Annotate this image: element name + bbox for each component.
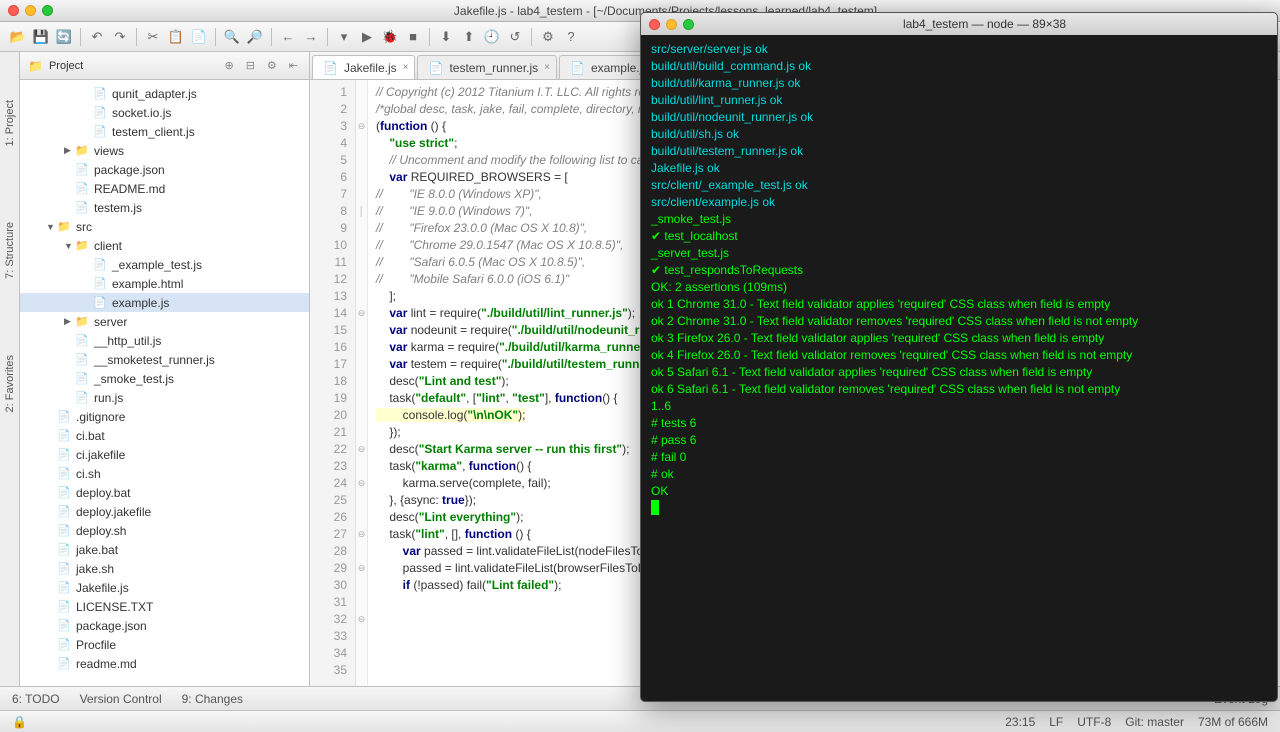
terminal-titlebar[interactable]: lab4_testem — node — 89×38 [641,13,1277,35]
terminal-window[interactable]: lab4_testem — node — 89×38 src/server/se… [640,12,1278,702]
minimize-icon[interactable] [666,19,677,30]
tree-item[interactable]: 📄run.js [20,388,309,407]
tree-item[interactable]: 📄ci.sh [20,464,309,483]
help-icon[interactable]: ? [561,27,581,47]
tree-item[interactable]: 📄__http_util.js [20,331,309,350]
todo-tab[interactable]: 6: TODO [12,692,60,706]
copy-icon[interactable]: 📋 [166,27,186,47]
sidebar-tab-structure[interactable]: 7: Structure [2,214,18,287]
sidebar-tab-favorites[interactable]: 2: Favorites [2,347,18,420]
tree-item[interactable]: 📄jake.sh [20,559,309,578]
tree-item[interactable]: 📄package.json [20,616,309,635]
find-icon[interactable]: 🔍 [222,27,242,47]
status-lock-icon[interactable]: 🔒 [12,715,27,729]
file-encoding[interactable]: UTF-8 [1077,715,1111,729]
cut-icon[interactable]: ✂ [143,27,163,47]
zoom-icon[interactable] [42,5,53,16]
editor-tab[interactable]: 📄testem_runner.js× [417,55,557,79]
tree-item[interactable]: ▶📁server [20,312,309,331]
hide-icon[interactable]: ⇤ [286,59,301,72]
close-tab-icon[interactable]: × [544,62,550,73]
vcs-history-icon[interactable]: 🕘 [482,27,502,47]
stop-icon[interactable]: ■ [403,27,423,47]
refresh-icon[interactable]: 🔄 [54,27,74,47]
undo-icon[interactable]: ↶ [87,27,107,47]
open-icon[interactable]: 📂 [8,27,28,47]
close-icon[interactable] [8,5,19,16]
editor-tab[interactable]: 📄Jakefile.js× [312,55,415,79]
fold-gutter[interactable]: ⊖│⊖⊖⊖⊖⊖⊖ [356,80,368,686]
tree-item[interactable]: 📄testem_client.js [20,122,309,141]
run-config-dropdown[interactable]: ▾ [334,27,354,47]
git-branch[interactable]: Git: master [1125,715,1184,729]
tree-item[interactable]: ▼📁client [20,236,309,255]
cursor-position: 23:15 [1005,715,1035,729]
vcs-commit-icon[interactable]: ⬆ [459,27,479,47]
terminal-title: lab4_testem — node — 89×38 [700,17,1269,31]
tree-item[interactable]: 📄_smoke_test.js [20,369,309,388]
tree-item[interactable]: 📄deploy.jakefile [20,502,309,521]
sidebar-tab-project[interactable]: 1: Project [2,92,18,154]
tree-item[interactable]: 📄readme.md [20,654,309,673]
project-panel: 📁 Project ⊕ ⊟ ⚙ ⇤ 📄qunit_adapter.js📄sock… [20,52,310,686]
tree-item[interactable]: 📄Jakefile.js [20,578,309,597]
replace-icon[interactable]: 🔎 [245,27,265,47]
folder-icon: 📁 [28,59,43,73]
tree-item[interactable]: 📄__smoketest_runner.js [20,350,309,369]
tree-item[interactable]: 📄package.json [20,160,309,179]
project-tree[interactable]: 📄qunit_adapter.js📄socket.io.js📄testem_cl… [20,80,309,686]
sidebar-tool-tabs: 1: Project 7: Structure 2: Favorites [0,52,20,686]
tree-item[interactable]: 📄LICENSE.TXT [20,597,309,616]
version-control-tab[interactable]: Version Control [80,692,162,706]
tree-item[interactable]: 📄README.md [20,179,309,198]
line-separator[interactable]: LF [1049,715,1063,729]
save-icon[interactable]: 💾 [31,27,51,47]
tree-item[interactable]: 📄qunit_adapter.js [20,84,309,103]
changes-tab[interactable]: 9: Changes [182,692,243,706]
collapse-all-icon[interactable]: ⊟ [243,59,258,72]
forward-icon[interactable]: → [301,27,321,47]
terminal-output[interactable]: src/server/server.js okbuild/util/build_… [641,35,1277,701]
vcs-revert-icon[interactable]: ↺ [505,27,525,47]
tree-item[interactable]: 📄_example_test.js [20,255,309,274]
project-header-title: Project [49,60,216,72]
tree-item[interactable]: 📄ci.bat [20,426,309,445]
tree-item[interactable]: 📄ci.jakefile [20,445,309,464]
run-icon[interactable]: ▶ [357,27,377,47]
tree-item[interactable]: 📄Procfile [20,635,309,654]
redo-icon[interactable]: ↷ [110,27,130,47]
tree-item[interactable]: 📄deploy.sh [20,521,309,540]
tree-item[interactable]: 📄.gitignore [20,407,309,426]
back-icon[interactable]: ← [278,27,298,47]
tree-item[interactable]: ▶📁views [20,141,309,160]
project-header: 📁 Project ⊕ ⊟ ⚙ ⇤ [20,52,309,80]
tree-item[interactable]: 📄testem.js [20,198,309,217]
debug-icon[interactable]: 🐞 [380,27,400,47]
settings-icon[interactable]: ⚙ [538,27,558,47]
line-gutter: 1234567891011121314151617181920212223242… [310,80,356,686]
paste-icon[interactable]: 📄 [189,27,209,47]
memory-indicator[interactable]: 73M of 666M [1198,715,1268,729]
scroll-from-source-icon[interactable]: ⊕ [221,59,236,72]
vcs-update-icon[interactable]: ⬇ [436,27,456,47]
tree-item[interactable]: 📄deploy.bat [20,483,309,502]
tree-item[interactable]: 📄jake.bat [20,540,309,559]
tree-item[interactable]: ▼📁src [20,217,309,236]
gear-icon[interactable]: ⚙ [264,59,280,72]
minimize-icon[interactable] [25,5,36,16]
tree-item[interactable]: 📄socket.io.js [20,103,309,122]
close-tab-icon[interactable]: × [403,62,409,73]
tree-item[interactable]: 📄example.html [20,274,309,293]
status-bar: 🔒 23:15 LF UTF-8 Git: master 73M of 666M [0,710,1280,732]
zoom-icon[interactable] [683,19,694,30]
close-icon[interactable] [649,19,660,30]
tree-item[interactable]: 📄example.js [20,293,309,312]
